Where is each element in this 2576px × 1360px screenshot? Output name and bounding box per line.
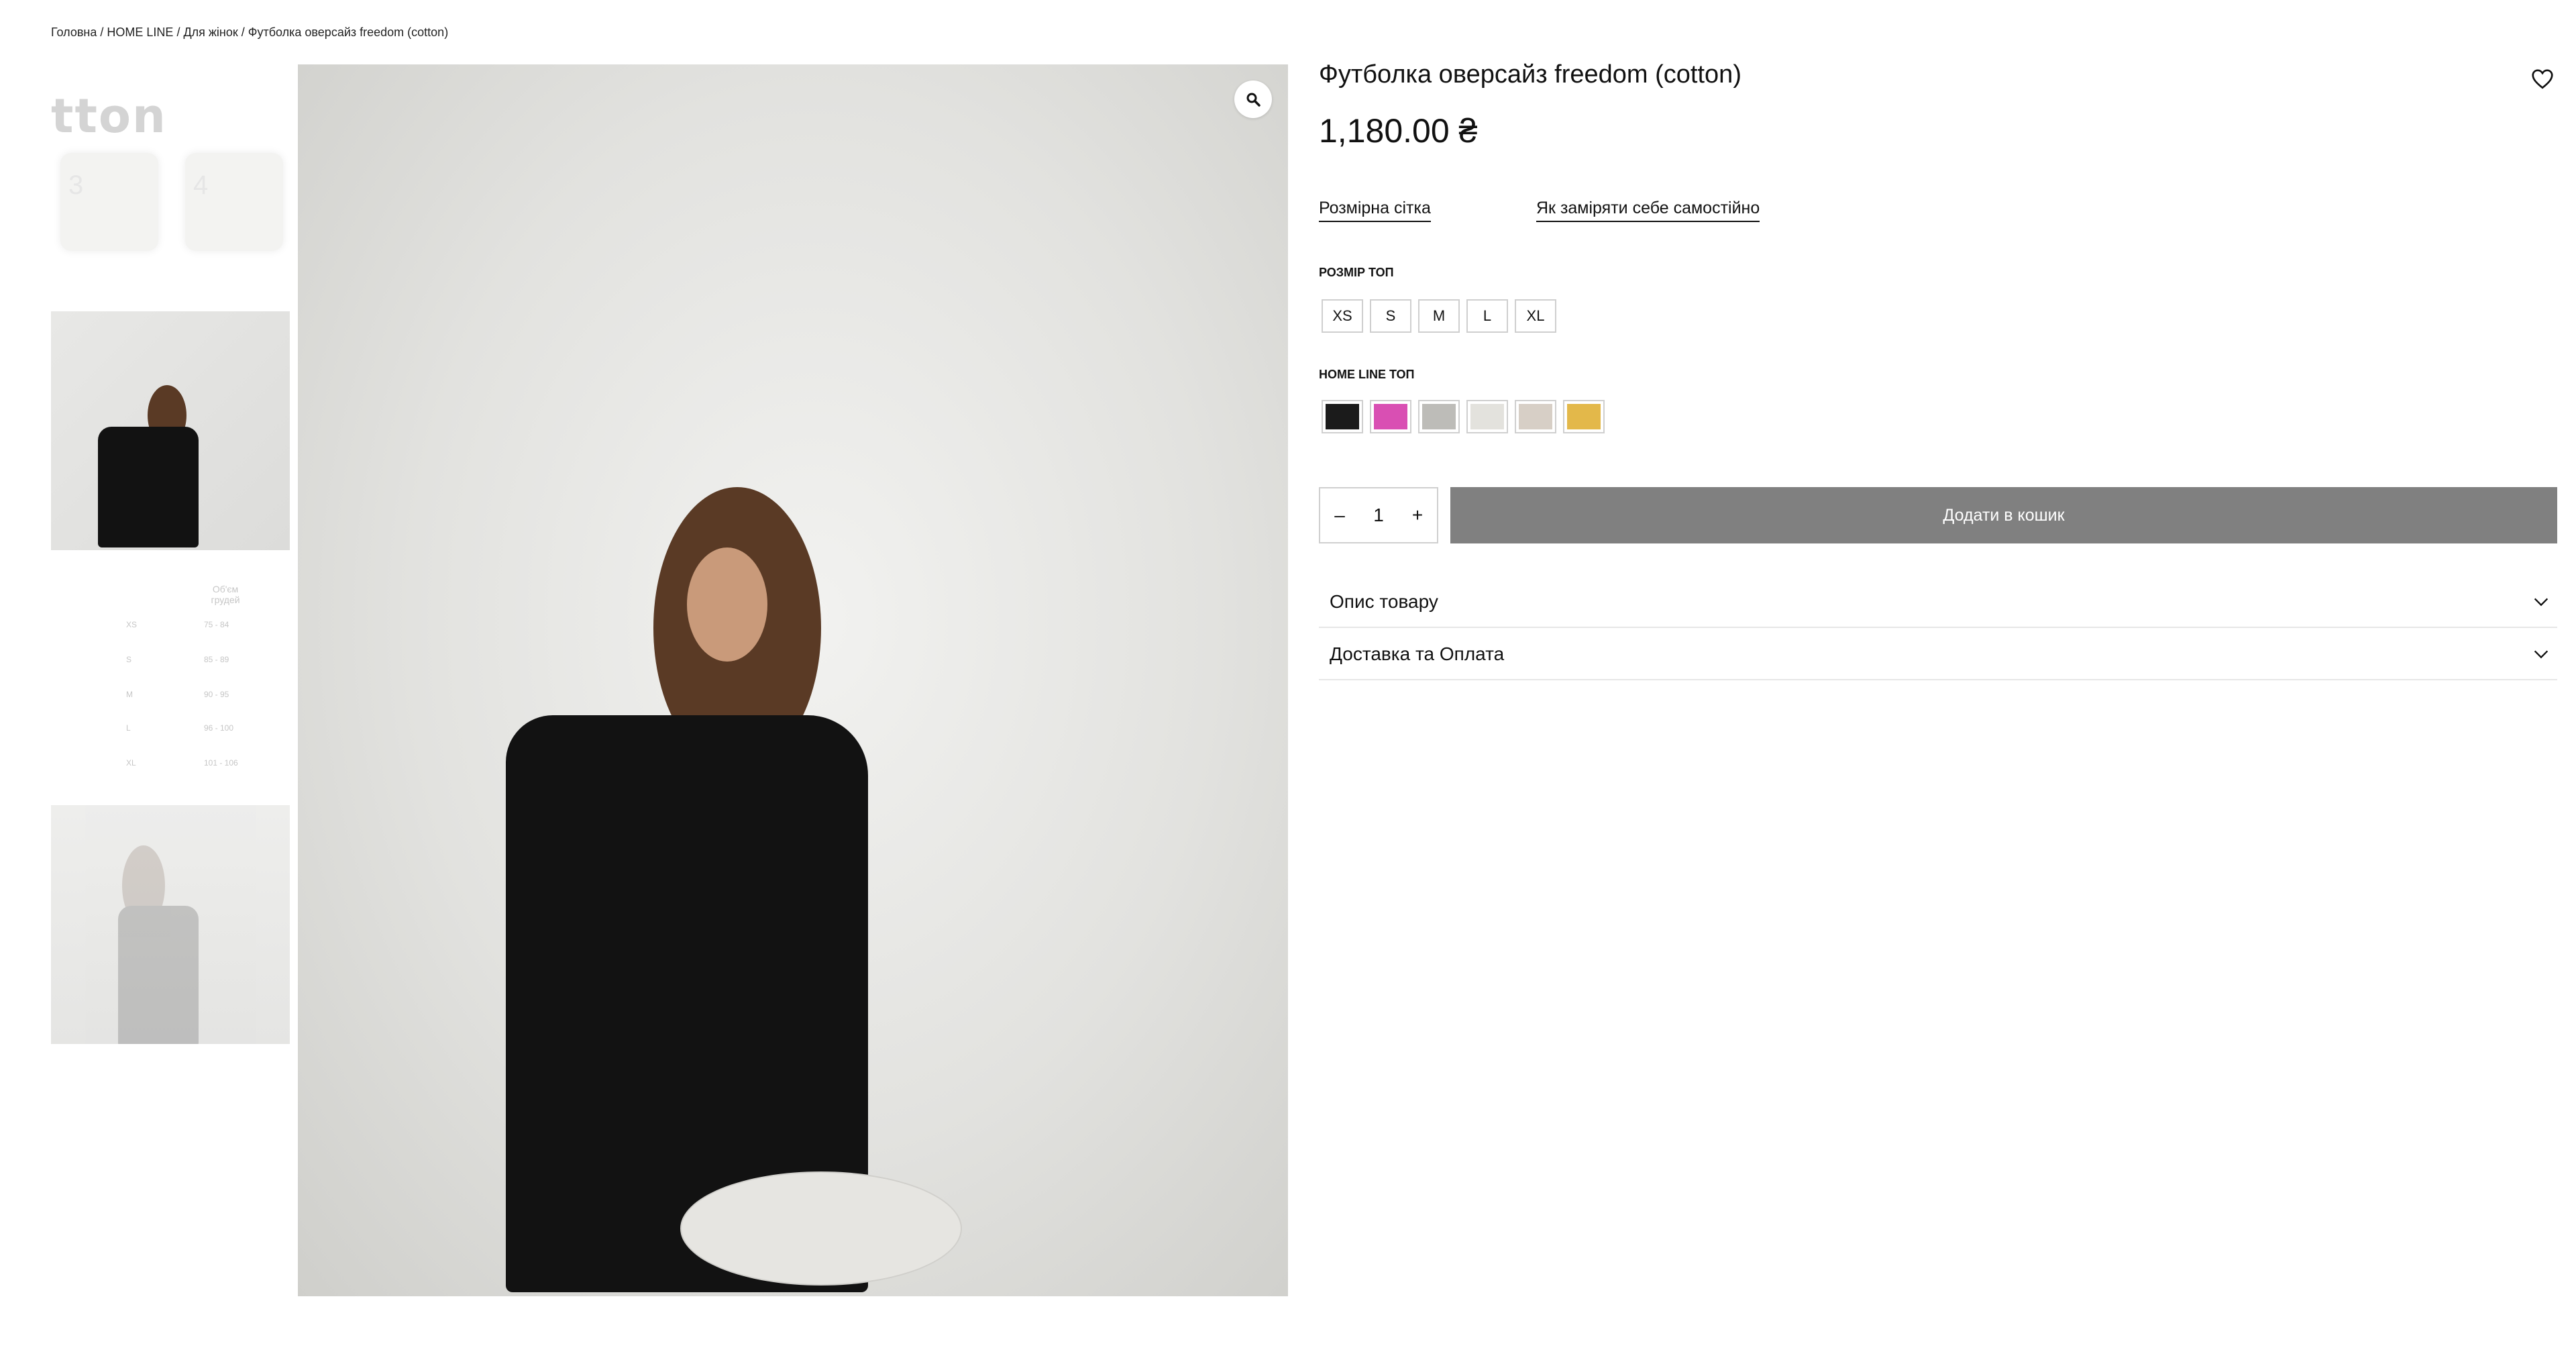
accordion-label: Доставка та Оплата	[1330, 643, 1505, 664]
breadcrumb-separator: /	[237, 25, 248, 39]
logo-square-number: 4	[193, 170, 209, 200]
size-option-l[interactable]: L	[1466, 299, 1508, 333]
product-price: 1,180.00 ₴	[1319, 112, 1478, 150]
product-title: Футболка оверсайз freedom (cotton)	[1319, 60, 1741, 89]
how-to-measure-link[interactable]: Як заміряти себе самостійно	[1536, 199, 1760, 222]
size-option-m[interactable]: M	[1418, 299, 1460, 333]
size-selector: XS S M L XL	[1322, 299, 1556, 333]
size-option-xl[interactable]: XL	[1515, 299, 1556, 333]
logo-square-4: 4	[185, 153, 283, 251]
breadcrumb-category[interactable]: HOME LINE	[107, 25, 173, 39]
size-option-label: РОЗМІР ТОП	[1319, 266, 1394, 279]
breadcrumb-separator: /	[97, 25, 107, 39]
color-swatch[interactable]	[1515, 400, 1556, 433]
add-to-cart-button[interactable]: Додати в кошик	[1450, 487, 2557, 543]
thumbnail-photo-back[interactable]	[51, 805, 290, 1044]
heart-icon	[2532, 69, 2553, 89]
size-option-xs[interactable]: XS	[1322, 299, 1363, 333]
chevron-down-icon	[2534, 650, 2548, 659]
chevron-down-icon	[2534, 598, 2548, 607]
color-option-label: HOME LINE ТОП	[1319, 368, 1415, 381]
qty-value[interactable]: 1	[1365, 505, 1392, 526]
breadcrumb-separator: /	[173, 25, 184, 39]
color-swatch[interactable]	[1370, 400, 1411, 433]
zoom-button[interactable]	[1234, 81, 1272, 118]
color-swatch[interactable]	[1466, 400, 1508, 433]
color-swatch[interactable]	[1563, 400, 1605, 433]
breadcrumb-current: Футболка оверсайз freedom (cotton)	[248, 25, 449, 39]
breadcrumb-home[interactable]: Головна	[51, 25, 97, 39]
size-option-s[interactable]: S	[1370, 299, 1411, 333]
magnifier-icon	[1246, 93, 1260, 107]
color-swatch[interactable]	[1418, 400, 1460, 433]
size-chart-link[interactable]: Розмірна сітка	[1319, 199, 1431, 222]
quantity-stepper: – 1 +	[1319, 487, 1438, 543]
breadcrumb: Головна / HOME LINE / Для жінок / Футбол…	[51, 25, 448, 40]
color-selector	[1322, 400, 1605, 433]
breadcrumb-subcategory[interactable]: Для жінок	[183, 25, 237, 39]
thumbnail-size-table[interactable]: Об'єм грудей XS 75 - 84 S 85 - 89 M 90 - 95…	[51, 574, 290, 776]
thumbnail-logo[interactable]: tton 3 4	[51, 64, 290, 266]
thumbnail-photo-front[interactable]	[51, 311, 290, 550]
main-product-image[interactable]	[298, 64, 1288, 1296]
accordion-label: Опис товару	[1330, 591, 1438, 612]
accordion-description[interactable]: Опис товару	[1319, 577, 2557, 628]
logo-square-3: 3	[60, 153, 158, 251]
size-table-header: Об'єм грудей	[211, 584, 240, 605]
brand-logo-text: tton	[51, 89, 167, 144]
wishlist-button[interactable]	[2528, 64, 2557, 94]
color-swatch[interactable]	[1322, 400, 1363, 433]
logo-square-number: 3	[68, 170, 84, 200]
qty-increase-button[interactable]: +	[1404, 505, 1431, 526]
qty-decrease-button[interactable]: –	[1326, 505, 1353, 526]
accordion-delivery[interactable]: Доставка та Оплата	[1319, 629, 2557, 680]
